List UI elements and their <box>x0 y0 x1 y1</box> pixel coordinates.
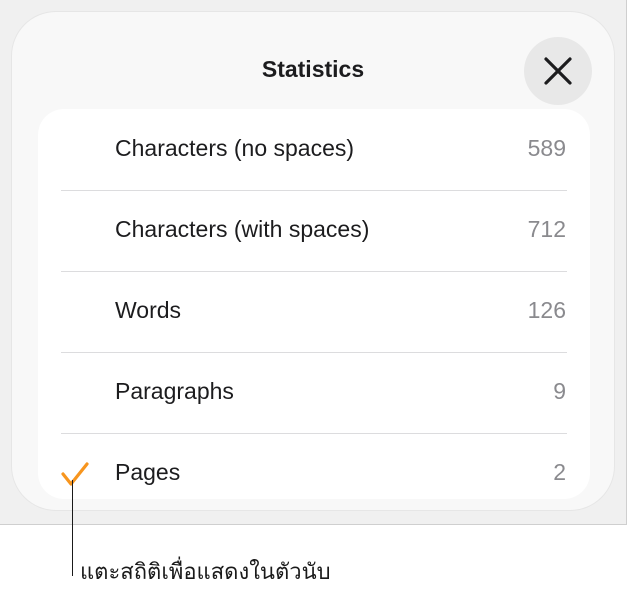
stat-value: 9 <box>553 378 566 404</box>
stat-value: 2 <box>553 459 566 485</box>
stat-label: Characters (with spaces) <box>115 216 370 242</box>
close-button[interactable] <box>524 37 592 105</box>
stat-label: Words <box>115 297 182 323</box>
stat-row-pages[interactable]: Pages 2 <box>38 433 590 499</box>
stat-label: Paragraphs <box>115 378 234 404</box>
app-screen: Statistics Characters (no spaces) 589 Ch… <box>0 0 627 525</box>
stat-label: Pages <box>115 459 181 485</box>
stat-row-words[interactable]: Words 126 <box>38 271 590 352</box>
statistics-list: Characters (no spaces) 589 Characters (w… <box>38 109 590 499</box>
stat-row-paragraphs[interactable]: Paragraphs 9 <box>38 352 590 433</box>
stat-value: 126 <box>527 297 566 323</box>
stat-row-characters-with-spaces[interactable]: Characters (with spaces) 712 <box>38 190 590 271</box>
stat-value: 712 <box>527 216 566 242</box>
checkmark-icon <box>61 462 89 486</box>
callout-text: แตะสถิติเพื่อแสดงในตัวนับ <box>80 560 331 585</box>
callout-line <box>72 480 73 576</box>
stat-row-characters-no-spaces[interactable]: Characters (no spaces) 589 <box>38 109 590 190</box>
close-icon <box>544 57 572 85</box>
stat-label: Characters (no spaces) <box>115 135 355 161</box>
statistics-sheet: Statistics Characters (no spaces) 589 Ch… <box>12 12 614 510</box>
stat-value: 589 <box>527 135 566 161</box>
